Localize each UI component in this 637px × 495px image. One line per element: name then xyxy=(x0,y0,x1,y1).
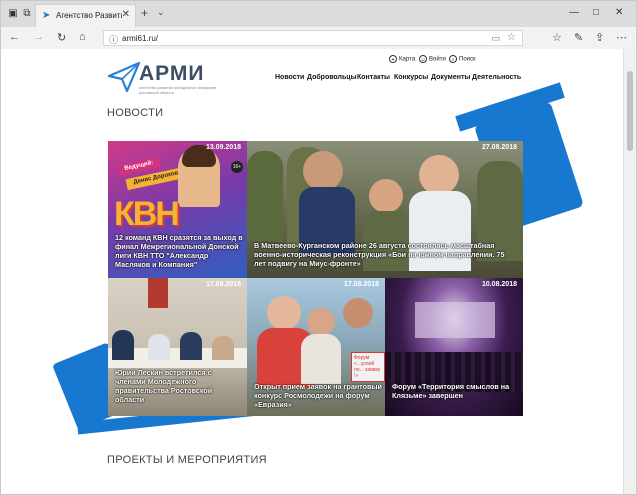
news-tile-kvn[interactable]: Ведущий: Денис Дорохов КВН 16+ 13.09.201… xyxy=(108,141,247,278)
news-tile-meeting[interactable]: 17.08.2018 Юрий Лескин встретился с член… xyxy=(108,278,247,416)
kvn-logo: КВН xyxy=(114,195,180,233)
login-link[interactable]: ☺ Войти xyxy=(419,55,446,63)
news-caption: Открыт прием заявок на грантовый конкурс… xyxy=(254,382,382,409)
search-link[interactable]: ⌕ Поиск xyxy=(449,55,476,63)
person-figure xyxy=(148,334,170,360)
menu-item-news[interactable]: Новости xyxy=(275,74,304,81)
map-label: Карта xyxy=(399,56,416,63)
news-date: 13.09.2018 xyxy=(205,144,241,151)
person-face xyxy=(369,179,403,213)
person-figure xyxy=(180,332,202,360)
tab-actions-icon[interactable]: ▣ xyxy=(7,8,19,20)
page-content: АРМИ агентство развития молодёжных иници… xyxy=(1,49,625,494)
user-icon: ☺ xyxy=(419,55,427,63)
person-face xyxy=(419,155,459,195)
menu-item-documents[interactable]: Документы xyxy=(431,74,470,81)
flag-decoration xyxy=(148,278,168,308)
favorite-star-icon[interactable]: ☆ xyxy=(507,32,516,43)
news-date: 27.08.2018 xyxy=(481,144,517,151)
forum-banner: Форум «...успей по... заявку !» xyxy=(351,352,385,382)
refresh-icon[interactable]: ↻ xyxy=(57,31,66,44)
close-tab-icon[interactable]: ✕ xyxy=(122,9,130,20)
url-text: armi61.ru/ xyxy=(122,34,159,43)
login-label: Войти xyxy=(429,56,446,63)
tab-active[interactable]: ➤ Агентство Развития Мс ✕ xyxy=(35,4,136,27)
home-icon[interactable]: ⌂ xyxy=(79,31,86,43)
person-face xyxy=(343,298,373,328)
site-favicon-icon: ➤ xyxy=(42,10,51,21)
forward-icon[interactable]: → xyxy=(33,31,44,43)
new-tab-icon[interactable]: + xyxy=(141,6,148,20)
news-caption: 12 команд КВН сразятся за выход в финал … xyxy=(115,233,243,269)
reading-view-icon[interactable]: ▭ xyxy=(491,33,500,44)
age-rating-badge: 16+ xyxy=(231,161,243,173)
stage-screen xyxy=(415,302,495,338)
news-caption: Юрий Лескин встретился с членами Молодеж… xyxy=(115,368,213,404)
news-tile-reconstruction[interactable]: 27.08.2018 В Матвеево-Курганском районе … xyxy=(247,141,523,278)
map-link[interactable]: ⌖ Карта xyxy=(389,55,415,63)
person-face xyxy=(303,151,343,191)
notes-icon[interactable]: ✎ xyxy=(574,31,583,44)
soldier-figure xyxy=(247,151,283,241)
url-field[interactable]: ⓘ armi61.ru/ ▭ ☆ xyxy=(103,30,523,46)
site-logo[interactable]: АРМИ агентство развития молодёжных иници… xyxy=(107,60,217,100)
news-caption: Форум «Территория смыслов на Клязьме» за… xyxy=(392,382,510,400)
address-bar: ← → ↻ ⌂ ⓘ armi61.ru/ ▭ ☆ ☆ ✎ ⇪ ⋯ xyxy=(1,27,636,50)
page-scrollbar[interactable] xyxy=(623,49,636,494)
tab-title: Агентство Развития Мс xyxy=(56,11,122,20)
map-pin-icon: ⌖ xyxy=(389,55,397,63)
chevron-down-icon[interactable]: ⌄ xyxy=(157,7,165,18)
more-icon[interactable]: ⋯ xyxy=(616,31,627,44)
search-icon: ⌕ xyxy=(449,55,457,63)
news-date: 17.08.2018 xyxy=(343,281,379,288)
info-icon[interactable]: ⓘ xyxy=(109,33,118,46)
news-date: 17.08.2018 xyxy=(205,281,241,288)
maximize-icon[interactable]: □ xyxy=(593,7,599,18)
person-figure xyxy=(112,330,134,360)
logo-name: АРМИ xyxy=(139,62,205,85)
projects-section-title: ПРОЕКТЫ И МЕРОПРИЯТИЯ xyxy=(107,454,267,466)
menu-item-volunteers[interactable]: Добровольцы xyxy=(307,74,357,81)
scrollbar-thumb[interactable] xyxy=(627,71,633,151)
browser-window: ▣ ⧉ ➤ Агентство Развития Мс ✕ + ⌄ — □ ✕ … xyxy=(0,0,637,495)
back-icon[interactable]: ← xyxy=(9,31,20,43)
person-face xyxy=(307,308,335,336)
set-aside-tabs-icon[interactable]: ⧉ xyxy=(21,8,33,20)
menu-item-contacts[interactable]: Контакты xyxy=(357,74,390,81)
news-date: 10.08.2018 xyxy=(481,281,517,288)
share-icon[interactable]: ⇪ xyxy=(595,31,604,44)
tab-bar: ▣ ⧉ ➤ Агентство Развития Мс ✕ + ⌄ — □ ✕ xyxy=(1,1,636,27)
news-section-title: НОВОСТИ xyxy=(107,107,164,119)
news-tile-klyazma[interactable]: 10.08.2018 Форум «Территория смыслов на … xyxy=(385,278,523,416)
logo-plane-icon xyxy=(107,61,141,93)
person-face xyxy=(267,296,301,330)
logo-subtitle: агентство развития молодёжных инициатив … xyxy=(139,86,217,95)
minimize-icon[interactable]: — xyxy=(569,7,579,18)
menu-item-activity[interactable]: Деятельность xyxy=(472,74,521,81)
menu-item-contests[interactable]: Конкурсы xyxy=(394,74,428,81)
person-figure xyxy=(212,336,234,360)
search-label: Поиск xyxy=(459,56,476,63)
news-tile-eurasia[interactable]: Форум «...успей по... заявку !» 17.08.20… xyxy=(247,278,385,416)
person-figure xyxy=(301,334,341,384)
news-caption: В Матвеево-Курганском районе 26 августа … xyxy=(254,241,505,268)
favorites-icon[interactable]: ☆ xyxy=(552,31,562,44)
close-window-icon[interactable]: ✕ xyxy=(615,7,623,18)
